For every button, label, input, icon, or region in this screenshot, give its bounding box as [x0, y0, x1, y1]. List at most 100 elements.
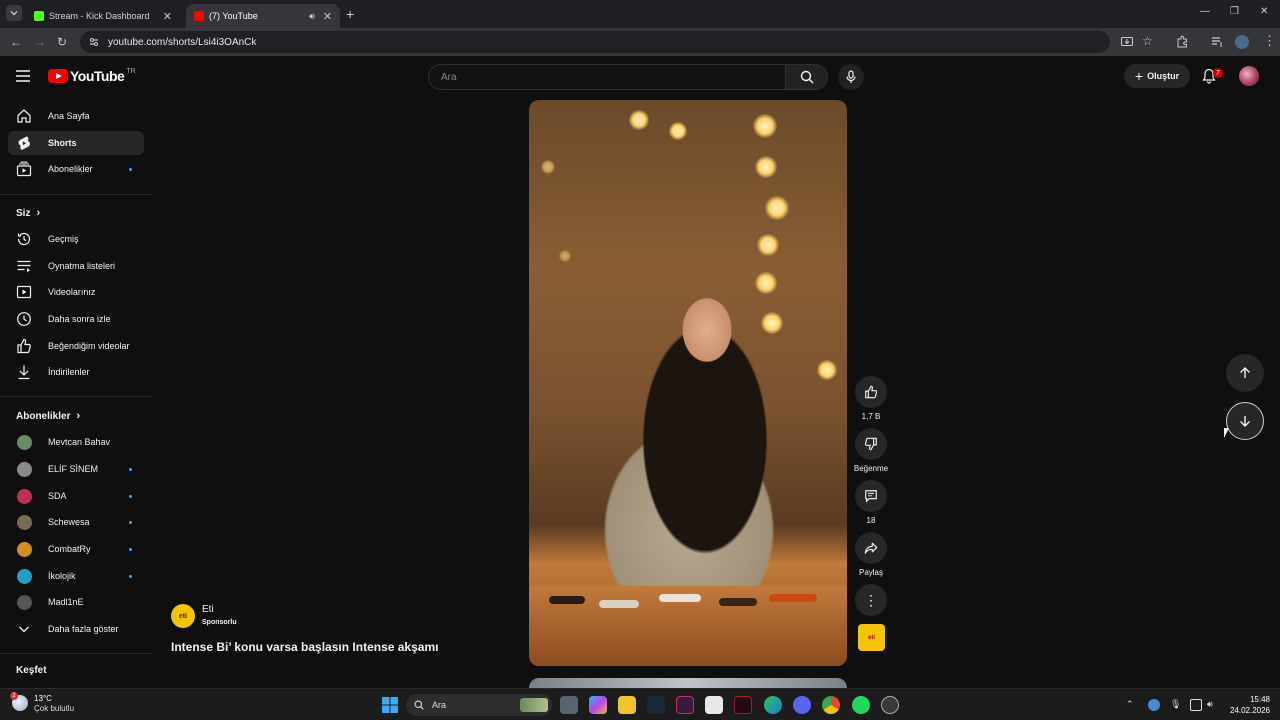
like-button[interactable]: [855, 376, 887, 408]
like-count: 1,7 B: [861, 412, 881, 421]
sidebar-channel[interactable]: SDA: [8, 484, 144, 508]
sidebar-channel[interactable]: Mevtcan Bahav: [8, 430, 144, 454]
channel-logo[interactable]: eti: [171, 604, 195, 628]
tab-title: Stream - Kick Dashboard: [49, 11, 150, 21]
new-content-dot: [129, 167, 132, 171]
restore-icon[interactable]: ❐: [1230, 6, 1239, 17]
youtube-logo[interactable]: YouTube TR: [48, 68, 136, 84]
sidebar-item-history[interactable]: Geçmiş: [8, 227, 144, 251]
search-input[interactable]: Ara: [428, 64, 786, 90]
sidebar-item-downloads[interactable]: İndirilenler: [8, 360, 144, 384]
account-avatar[interactable]: [1239, 66, 1259, 86]
weather-widget[interactable]: 2 13°C Çok bulutlu: [10, 692, 74, 713]
microphone-icon: [846, 70, 856, 83]
short-title[interactable]: Intense Bi’ konu varsa başlasın Intense …: [171, 640, 438, 654]
task-view-icon[interactable]: [560, 696, 578, 714]
channel-avatar: [17, 594, 32, 610]
close-tab-icon[interactable]: ✕: [163, 10, 172, 23]
sidebar-channel[interactable]: İkolojik: [8, 564, 144, 588]
you-section-header[interactable]: Siz ›: [16, 207, 40, 219]
reload-icon[interactable]: ↻: [57, 35, 67, 49]
close-window-icon[interactable]: ✕: [1260, 6, 1268, 17]
sidebar-item-shorts[interactable]: Shorts: [8, 131, 144, 155]
new-tab-button[interactable]: +: [346, 6, 354, 22]
media-control-icon[interactable]: [1210, 35, 1224, 49]
show-more-button[interactable]: Daha fazla göster: [8, 617, 144, 641]
network-icon[interactable]: [1190, 699, 1202, 711]
tray-overflow-icon[interactable]: ⌃: [1126, 699, 1138, 711]
app-icon[interactable]: [676, 696, 694, 714]
search-button[interactable]: [786, 64, 828, 90]
shorts-video-player[interactable]: [529, 100, 847, 666]
app-icon[interactable]: [881, 696, 899, 714]
microphone-icon[interactable]: 🎙︎: [1170, 699, 1182, 711]
edge-icon[interactable]: [764, 696, 782, 714]
steam-icon[interactable]: [647, 696, 665, 714]
dislike-button[interactable]: [855, 428, 887, 460]
candy-wrapper: [549, 596, 585, 604]
app-icon[interactable]: [734, 696, 752, 714]
guide-sidebar: Ana Sayfa Shorts Abonelikler Siz › Geçmi…: [0, 98, 153, 688]
next-short-button[interactable]: [1226, 402, 1264, 440]
tab-kick-dashboard[interactable]: Stream - Kick Dashboard ✕: [26, 4, 180, 28]
address-bar[interactable]: youtube.com/shorts/Lsi4i3OAnCk: [80, 31, 1110, 53]
sidebar-channel[interactable]: Schewesa: [8, 510, 144, 534]
copilot-icon[interactable]: [589, 696, 607, 714]
file-explorer-icon[interactable]: [618, 696, 636, 714]
sidebar-item-watch-later[interactable]: Daha sonra izle: [8, 307, 144, 331]
bokeh-light: [755, 156, 777, 178]
tab-search-button[interactable]: [6, 5, 22, 21]
forward-icon[interactable]: →: [34, 35, 46, 49]
spotify-icon[interactable]: [852, 696, 870, 714]
sidebar-item-subscriptions[interactable]: Abonelikler: [8, 157, 144, 181]
extensions-icon[interactable]: [1175, 35, 1189, 49]
clock-date: 24.02.2026: [1229, 706, 1270, 715]
thumbs-up-icon: [865, 385, 878, 399]
sidebar-channel[interactable]: CombatRy: [8, 537, 144, 561]
system-clock[interactable]: 15:48 24.02.2026: [1224, 694, 1270, 716]
windows-start-icon[interactable]: [381, 696, 399, 714]
bookmark-star-icon[interactable]: ☆: [1142, 34, 1153, 48]
section-title: Siz: [16, 207, 31, 219]
close-tab-icon[interactable]: ✕: [323, 10, 332, 23]
channel-avatar: [17, 568, 32, 584]
tab-youtube[interactable]: (7) YouTube 🔊︎ ✕: [186, 4, 340, 28]
section-title: Abonelikler: [16, 410, 71, 422]
short-channel-info[interactable]: eti Eti Sponsorlu: [171, 604, 237, 628]
subscriptions-section-header[interactable]: Abonelikler ›: [16, 410, 80, 422]
search-highlight-image: [520, 698, 548, 712]
share-button[interactable]: [855, 532, 887, 564]
sidebar-channel[interactable]: ELİF SİNEM: [8, 457, 144, 481]
profile-avatar[interactable]: [1235, 35, 1249, 49]
sidebar-channel[interactable]: Madl1nE: [8, 590, 144, 614]
discord-icon[interactable]: [793, 696, 811, 714]
more-options-button[interactable]: ⋮: [855, 584, 887, 616]
browser-menu-icon[interactable]: ⋮: [1263, 33, 1276, 49]
store-icon[interactable]: [705, 696, 723, 714]
sidebar-item-liked-videos[interactable]: Beğendiğim videolar: [8, 334, 144, 358]
menu-icon[interactable]: [16, 70, 30, 82]
sidebar-item-your-videos[interactable]: Videolarınız: [8, 280, 144, 304]
channel-name[interactable]: Eti: [202, 604, 214, 615]
taskbar-search[interactable]: Ara: [406, 694, 552, 716]
channel-avatar: [17, 541, 32, 557]
sidebar-item-playlists[interactable]: Oynatma listeleri: [8, 254, 144, 278]
previous-short-button[interactable]: [1226, 354, 1264, 392]
chrome-icon[interactable]: [822, 696, 840, 714]
sidebar-item-home[interactable]: Ana Sayfa: [8, 104, 144, 128]
audio-playing-icon[interactable]: 🔊︎: [309, 11, 315, 22]
candy-wrapper: [659, 594, 701, 602]
sidebar-item-label: Ana Sayfa: [48, 111, 90, 121]
your-videos-icon: [16, 285, 32, 299]
volume-icon[interactable]: 🔊︎: [1207, 699, 1219, 711]
back-icon[interactable]: ←: [10, 35, 22, 49]
voice-search-button[interactable]: [838, 64, 864, 90]
sponsor-brand-tile[interactable]: eti: [858, 624, 885, 651]
create-button[interactable]: + Oluştur: [1124, 64, 1190, 88]
site-info-icon[interactable]: [88, 36, 100, 48]
comment-icon: [865, 490, 877, 503]
comments-button[interactable]: [855, 480, 887, 512]
onedrive-icon[interactable]: [1148, 699, 1160, 711]
install-app-icon[interactable]: [1120, 35, 1134, 49]
minimize-icon[interactable]: —: [1200, 6, 1210, 17]
